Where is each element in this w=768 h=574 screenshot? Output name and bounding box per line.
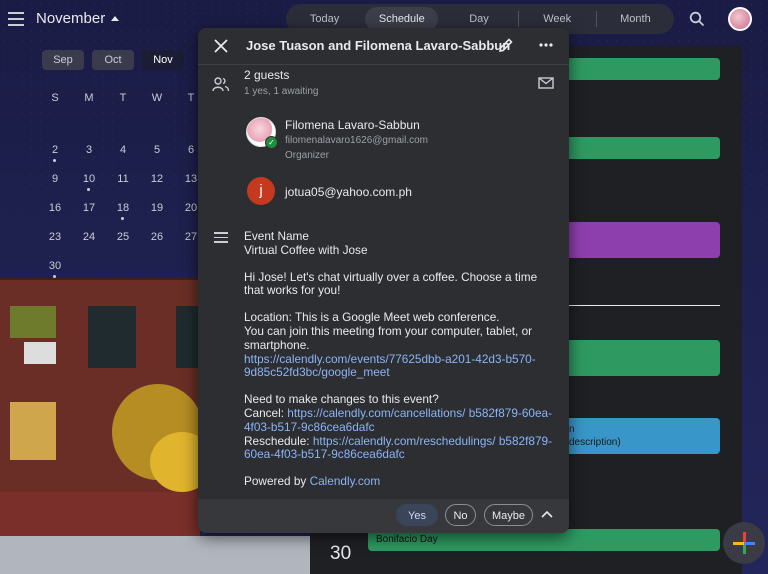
divider bbox=[595, 11, 597, 27]
mini-calendar: S M T W T 2 3 4 5 6 9 10 11 12 13 16 17 … bbox=[38, 92, 208, 282]
event-dot bbox=[53, 159, 56, 162]
guest-email: filomenalavaro1626@gmail.com bbox=[285, 135, 428, 146]
account-avatar[interactable] bbox=[728, 7, 752, 31]
week-row: 16 17 18 19 20 bbox=[38, 195, 208, 224]
ground-illustration bbox=[0, 536, 310, 574]
more-options-icon[interactable] bbox=[538, 37, 554, 53]
weekday-label: M bbox=[84, 92, 94, 104]
day-cell[interactable]: 18 bbox=[106, 195, 140, 224]
window bbox=[10, 402, 56, 460]
week-row: 23 24 25 26 27 bbox=[38, 224, 208, 253]
day-cell[interactable]: 19 bbox=[140, 195, 174, 224]
day-cell[interactable]: 26 bbox=[140, 224, 174, 253]
wall-illustration bbox=[0, 492, 200, 536]
window bbox=[10, 306, 56, 338]
rsvp-no-button[interactable]: No bbox=[445, 504, 476, 526]
event-description: Event Name Virtual Coffee with Jose Hi J… bbox=[244, 229, 554, 489]
day-cell[interactable]: 2 bbox=[38, 137, 72, 166]
week-row: 30 bbox=[38, 253, 208, 282]
weekday-label: T bbox=[119, 92, 127, 104]
day-cell[interactable]: 23 bbox=[38, 224, 72, 253]
create-event-button[interactable] bbox=[723, 522, 765, 564]
month-pill-sep[interactable]: Sep bbox=[42, 50, 84, 70]
event-dot bbox=[87, 188, 90, 191]
description-text: Hi Jose! Let's chat virtually over a cof… bbox=[244, 269, 538, 298]
window bbox=[88, 306, 136, 368]
week-row: 2 3 4 5 6 bbox=[38, 137, 208, 166]
view-month[interactable]: Month bbox=[599, 7, 672, 31]
description-text: You can join this meeting from your comp… bbox=[244, 323, 533, 352]
guest-name: Filomena Lavaro-Sabbun bbox=[285, 118, 420, 132]
day-cell[interactable]: 10 bbox=[72, 166, 106, 195]
day-cell[interactable]: 9 bbox=[38, 166, 72, 195]
event-dot bbox=[121, 217, 124, 220]
day-cell[interactable]: 3 bbox=[72, 137, 106, 166]
event-details-popup: Jose Tuason and Filomena Lavaro-Sabbun 2… bbox=[198, 28, 569, 533]
caret-up-icon bbox=[111, 16, 120, 21]
email-guests-icon[interactable] bbox=[538, 77, 554, 89]
schedule-event[interactable] bbox=[560, 58, 720, 80]
guest-avatar: j bbox=[247, 177, 275, 205]
schedule-event[interactable] bbox=[560, 340, 720, 376]
day-cell[interactable]: 17 bbox=[72, 195, 106, 224]
window bbox=[176, 306, 200, 368]
month-selector[interactable]: November bbox=[36, 10, 120, 27]
schedule-event[interactable] bbox=[560, 222, 720, 258]
meet-link[interactable]: https://calendly.com/events/77625dbb-a20… bbox=[244, 352, 536, 380]
guests-icon bbox=[212, 77, 230, 92]
day-cell[interactable]: 11 bbox=[106, 166, 140, 195]
description-text: Virtual Coffee with Jose bbox=[244, 242, 368, 257]
description-text: Reschedule: bbox=[244, 433, 313, 448]
day-number: 30 bbox=[330, 543, 352, 564]
weekday-label: W bbox=[151, 92, 163, 104]
description-text: Event Name bbox=[244, 229, 309, 243]
week-row: 9 10 11 12 13 bbox=[38, 166, 208, 195]
search-icon[interactable] bbox=[689, 11, 705, 27]
schedule-event[interactable] bbox=[560, 137, 720, 159]
guests-summary: 1 yes, 1 awaiting bbox=[244, 86, 319, 97]
weekday-label: S bbox=[51, 92, 59, 104]
schedule-event[interactable] bbox=[560, 418, 720, 454]
edit-icon[interactable] bbox=[498, 37, 514, 53]
rsvp-maybe-button[interactable]: Maybe bbox=[484, 504, 533, 526]
description-text: Powered by bbox=[244, 474, 310, 489]
month-pill-oct[interactable]: Oct bbox=[92, 50, 134, 70]
month-pills: Sep Oct Nov bbox=[42, 50, 184, 70]
week-row bbox=[38, 108, 208, 137]
description-text: Location: This is a Google Meet web conf… bbox=[244, 310, 500, 325]
event-text: n bbox=[569, 424, 575, 435]
guests-count: 2 guests bbox=[244, 68, 290, 82]
calendly-link[interactable]: Calendly.com bbox=[310, 474, 381, 488]
event-dot bbox=[53, 275, 56, 278]
day-cell[interactable]: 12 bbox=[140, 166, 174, 195]
cancel-link[interactable]: https://calendly.com/cancellations/ b582… bbox=[244, 406, 552, 434]
event-title: Jose Tuason and Filomena Lavaro-Sabbun bbox=[246, 38, 511, 53]
day-cell[interactable]: 16 bbox=[38, 195, 72, 224]
divider bbox=[517, 11, 519, 27]
guest-email: jotua05@yahoo.com.ph bbox=[285, 185, 412, 199]
day-cell[interactable]: 24 bbox=[72, 224, 106, 253]
close-icon[interactable] bbox=[214, 39, 228, 53]
day-cell[interactable]: 30 bbox=[38, 253, 72, 282]
accepted-check-icon: ✓ bbox=[265, 136, 278, 149]
chevron-up-icon[interactable] bbox=[541, 510, 553, 518]
rsvp-yes-button[interactable]: Yes bbox=[396, 504, 438, 526]
guest-role: Organizer bbox=[285, 150, 329, 161]
day-cell[interactable]: 25 bbox=[106, 224, 140, 253]
description-icon bbox=[214, 232, 228, 244]
day-cell[interactable]: 4 bbox=[106, 137, 140, 166]
description-text: Need to make changes to this event? bbox=[244, 392, 439, 407]
month-label: November bbox=[36, 10, 106, 27]
description-text: Cancel: bbox=[244, 405, 288, 420]
day-cell[interactable]: 5 bbox=[140, 137, 174, 166]
now-divider bbox=[568, 305, 720, 306]
event-text: description) bbox=[569, 437, 621, 448]
schedule-panel bbox=[568, 46, 742, 574]
air-conditioner bbox=[24, 342, 56, 364]
menu-icon[interactable] bbox=[8, 12, 24, 26]
month-pill-nov[interactable]: Nov bbox=[142, 50, 184, 70]
